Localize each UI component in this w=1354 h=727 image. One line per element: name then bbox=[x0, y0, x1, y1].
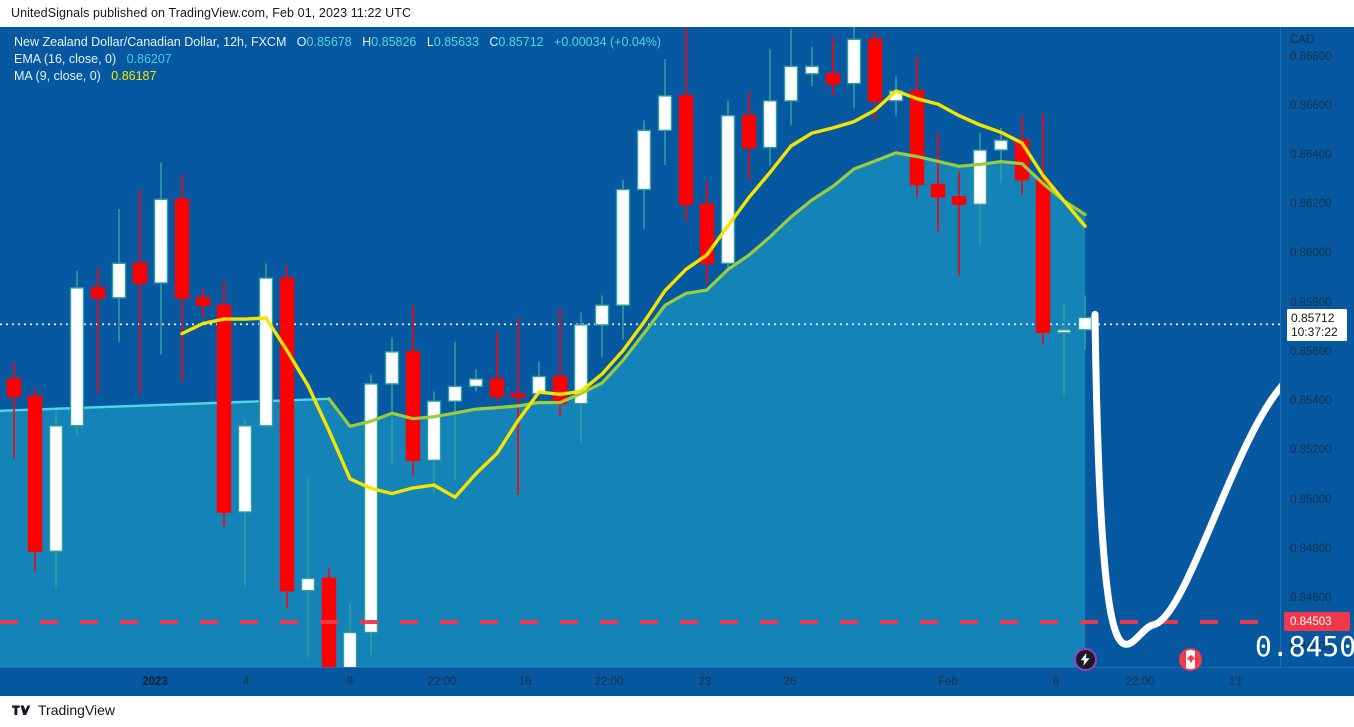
time-axis-tick: 26 bbox=[783, 676, 797, 688]
tradingview-logo-icon bbox=[12, 705, 31, 715]
bolt-glyph bbox=[1080, 653, 1090, 666]
price-axis-tick: 0.85200 bbox=[1290, 444, 1332, 457]
price-axis-tick: 0.85800 bbox=[1290, 296, 1332, 309]
time-axis-tick: 9 bbox=[346, 676, 354, 688]
last-price-label: 0.85712 10:37:22 bbox=[1286, 308, 1348, 343]
time-axis-tick: 2023 bbox=[142, 676, 168, 688]
price-axis[interactable]: CAD 0.86800 0.86600 0.86400 0.86200 0.86000 0… bbox=[1280, 27, 1354, 696]
chart-plot-area[interactable] bbox=[0, 27, 1280, 667]
price-axis-tick: 0.85000 bbox=[1290, 493, 1332, 506]
attribution-text: UnitedSignals published on TradingView.c… bbox=[11, 6, 412, 20]
target-price-annotation: 0.84503 bbox=[1255, 629, 1354, 663]
maple-leaf-glyph bbox=[1186, 653, 1195, 663]
chart-frame[interactable]: New Zealand Dollar/Canadian Dollar, 12h,… bbox=[0, 27, 1354, 696]
price-axis-tick: 0.86600 bbox=[1290, 99, 1332, 112]
target-price-axis-value: 0.84503 bbox=[1290, 615, 1332, 628]
time-axis-tick: 22:00 bbox=[594, 676, 624, 688]
forecast-curve-icon bbox=[1091, 310, 1280, 648]
price-axis-tick: 0.84800 bbox=[1290, 542, 1332, 555]
tradingview-chart-screenshot: UnitedSignals published on TradingView.c… bbox=[0, 0, 1354, 727]
price-axis-tick: 0.85600 bbox=[1290, 345, 1332, 358]
target-price-axis-label: 0.84503 bbox=[1284, 612, 1350, 632]
earnings-bolt-badge[interactable] bbox=[1074, 648, 1097, 671]
time-axis-tick: 23 bbox=[698, 676, 712, 688]
time-axis-tick: 13 bbox=[1228, 676, 1242, 688]
tradingview-logo-text: TradingView bbox=[38, 702, 116, 718]
time-axis-tick: 6 bbox=[1052, 676, 1060, 688]
price-axis-tick: 0.85400 bbox=[1290, 395, 1332, 408]
bolt-icon bbox=[1076, 650, 1095, 669]
last-price-countdown: 10:37:22 bbox=[1291, 325, 1338, 340]
price-axis-tick: 0.86000 bbox=[1290, 247, 1332, 260]
price-axis-tick: 0.86400 bbox=[1290, 149, 1332, 161]
time-axis-tick: 22:00 bbox=[1125, 676, 1155, 688]
time-axis-tick: 22:00 bbox=[427, 676, 457, 688]
time-axis-tick: Feb bbox=[938, 676, 958, 688]
price-axis-tick: 0.84600 bbox=[1290, 592, 1332, 605]
price-axis-currency: CAD bbox=[1290, 34, 1315, 46]
time-axis-tick: 4 bbox=[242, 676, 250, 688]
time-axis[interactable]: 2023 4 9 22:00 16 22:00 23 26 Feb 6 22:00 13 bbox=[0, 667, 1354, 696]
maple-leaf-icon bbox=[1186, 653, 1195, 666]
last-price-value: 0.85712 bbox=[1291, 311, 1335, 326]
footer-bar: TradingView bbox=[0, 696, 1354, 727]
flag-right-bar bbox=[1195, 650, 1200, 669]
attribution-bar: UnitedSignals published on TradingView.c… bbox=[0, 0, 1354, 27]
chart-canvas bbox=[0, 27, 1280, 667]
time-axis-tick: 16 bbox=[518, 676, 532, 688]
price-axis-tick: 0.86200 bbox=[1290, 198, 1332, 211]
canada-flag-badge[interactable] bbox=[1179, 648, 1202, 671]
tradingview-logo[interactable]: TradingView bbox=[12, 702, 115, 718]
price-axis-tick: 0.86800 bbox=[1290, 50, 1332, 63]
